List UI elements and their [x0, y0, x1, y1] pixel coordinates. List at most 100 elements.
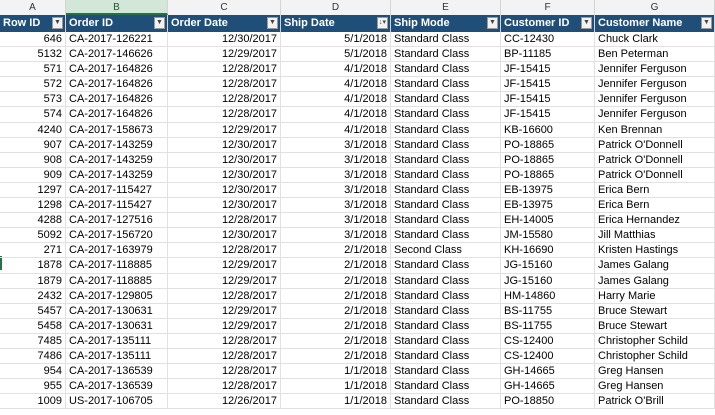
cell-ship-date[interactable]: 2/1/2018 [281, 273, 391, 289]
cell-order-id[interactable]: CA-2017-135111 [66, 333, 168, 349]
cell-ship-mode[interactable]: Standard Class [391, 213, 501, 229]
filter-dropdown-icon[interactable]: ▼ [52, 17, 63, 29]
cell-ship-mode[interactable]: Standard Class [391, 258, 501, 274]
cell-customer-id[interactable]: PO-18850 [501, 394, 595, 410]
cell-ship-date[interactable]: 2/1/2018 [281, 333, 391, 349]
cell-customer-name[interactable]: Greg Hansen [595, 364, 715, 380]
cell-row-id[interactable]: 646 [0, 32, 66, 47]
table-row[interactable]: 4288 CA-2017-127516 12/28/2017 3/1/2018 Stan… [0, 213, 715, 229]
cell-row-id[interactable]: 574 [0, 107, 66, 123]
cell-order-date[interactable]: 12/28/2017 [168, 288, 281, 304]
cell-customer-id[interactable]: HM-14860 [501, 288, 595, 304]
table-row[interactable]: 572 CA-2017-164826 12/28/2017 4/1/2018 Stand… [0, 77, 715, 93]
table-row[interactable]: 4240 CA-2017-158673 12/29/2017 4/1/2018 Stan… [0, 122, 715, 138]
cell-order-id[interactable]: CA-2017-130631 [66, 303, 168, 319]
cell-order-date[interactable]: 12/28/2017 [168, 213, 281, 229]
cell-ship-date[interactable]: 4/1/2018 [281, 122, 391, 138]
cell-customer-id[interactable]: PO-18865 [501, 152, 595, 168]
cell-customer-name[interactable]: Erica Bern [595, 198, 715, 214]
cell-order-date[interactable]: 12/28/2017 [168, 92, 281, 108]
cell-customer-name[interactable]: Bruce Stewart [595, 318, 715, 334]
cell-ship-date[interactable]: 4/1/2018 [281, 107, 391, 123]
cell-order-id[interactable]: CA-2017-136539 [66, 379, 168, 395]
cell-row-id[interactable]: 5458 [0, 318, 66, 334]
table-row[interactable]: 573 CA-2017-164826 12/28/2017 4/1/2018 Stand… [0, 92, 715, 108]
cell-order-date[interactable]: 12/28/2017 [168, 77, 281, 93]
table-row[interactable]: 1009 US-2017-106705 12/26/2017 1/1/2018 Stan… [0, 394, 715, 410]
cell-ship-mode[interactable]: Standard Class [391, 364, 501, 380]
column-header-g[interactable]: G [595, 0, 715, 15]
cell-order-id[interactable]: CA-2017-164826 [66, 107, 168, 123]
cell-customer-name[interactable]: Erica Bern [595, 182, 715, 198]
cell-order-id[interactable]: CA-2017-127516 [66, 213, 168, 229]
cell-row-id[interactable]: 7485 [0, 333, 66, 349]
cell-ship-date[interactable]: 2/1/2018 [281, 288, 391, 304]
filter-dropdown-icon[interactable]: ▼ [581, 17, 592, 29]
cell-row-id[interactable]: 4240 [0, 122, 66, 138]
column-header-d[interactable]: D [281, 0, 391, 15]
cell-customer-id[interactable]: GH-14665 [501, 379, 595, 395]
cell-order-date[interactable]: 12/30/2017 [168, 152, 281, 168]
column-header-f[interactable]: F [501, 0, 595, 15]
cell-order-id[interactable]: CA-2017-146626 [66, 47, 168, 63]
cell-customer-name[interactable]: Patrick O'Brill [595, 394, 715, 410]
cell-customer-id[interactable]: JG-15160 [501, 273, 595, 289]
cell-ship-mode[interactable]: Standard Class [391, 318, 501, 334]
cell-order-id[interactable]: US-2017-106705 [66, 394, 168, 410]
cell-ship-date[interactable]: 2/1/2018 [281, 303, 391, 319]
cell-row-id[interactable]: 573 [0, 92, 66, 108]
column-header-c[interactable]: C [168, 0, 281, 15]
cell-customer-id[interactable]: EH-14005 [501, 213, 595, 229]
column-header-a[interactable]: A [0, 0, 66, 15]
sorted-filter-icon[interactable]: ↓▾ [377, 17, 388, 29]
cell-order-id[interactable]: CA-2017-164826 [66, 77, 168, 93]
cell-order-date[interactable]: 12/28/2017 [168, 364, 281, 380]
cell-order-id[interactable]: CA-2017-135111 [66, 348, 168, 364]
cell-ship-date[interactable]: 2/1/2018 [281, 243, 391, 259]
cell-order-id[interactable]: CA-2017-164826 [66, 62, 168, 78]
cell-order-id[interactable]: CA-2017-115427 [66, 182, 168, 198]
cell-customer-id[interactable]: CC-12430 [501, 32, 595, 47]
filter-dropdown-icon[interactable]: ▼ [267, 17, 278, 29]
cell-customer-name[interactable]: Kristen Hastings [595, 243, 715, 259]
cell-ship-mode[interactable]: Standard Class [391, 182, 501, 198]
table-row[interactable]: 2432 CA-2017-129805 12/28/2017 2/1/2018 Stan… [0, 288, 715, 304]
cell-customer-name[interactable]: Ken Brennan [595, 122, 715, 138]
cell-row-id[interactable]: 571 [0, 62, 66, 78]
cell-ship-date[interactable]: 2/1/2018 [281, 318, 391, 334]
cell-customer-name[interactable]: Chuck Clark [595, 32, 715, 47]
cell-order-id[interactable]: CA-2017-136539 [66, 364, 168, 380]
cell-customer-id[interactable]: JG-15160 [501, 258, 595, 274]
cell-customer-name[interactable]: Patrick O'Donnell [595, 167, 715, 183]
cell-ship-date[interactable]: 3/1/2018 [281, 228, 391, 244]
cell-row-id[interactable]: 1879 [0, 273, 66, 289]
cell-customer-name[interactable]: Harry Marie [595, 288, 715, 304]
cell-customer-id[interactable]: JF-15415 [501, 92, 595, 108]
cell-customer-id[interactable]: JF-15415 [501, 62, 595, 78]
cell-row-id[interactable]: 5457 [0, 303, 66, 319]
table-row[interactable]: 646 CA-2017-126221 12/30/2017 5/1/2018 Stand… [0, 32, 715, 48]
cell-ship-date[interactable]: 1/1/2018 [281, 394, 391, 410]
table-row[interactable]: 271 CA-2017-163979 12/28/2017 2/1/2018 Secon… [0, 243, 715, 259]
cell-customer-id[interactable]: JM-15580 [501, 228, 595, 244]
cell-order-id[interactable]: CA-2017-143259 [66, 167, 168, 183]
cell-order-id[interactable]: CA-2017-158673 [66, 122, 168, 138]
cell-ship-date[interactable]: 3/1/2018 [281, 137, 391, 153]
cell-customer-name[interactable]: Erica Hernandez [595, 213, 715, 229]
cell-ship-date[interactable]: 5/1/2018 [281, 32, 391, 47]
column-header-b[interactable]: B [66, 0, 168, 15]
cell-customer-name[interactable]: Christopher Schild [595, 348, 715, 364]
cell-customer-name[interactable]: Patrick O'Donnell [595, 137, 715, 153]
cell-row-id[interactable]: 7486 [0, 348, 66, 364]
cell-customer-id[interactable]: PO-18865 [501, 167, 595, 183]
cell-customer-name[interactable]: Greg Hansen [595, 379, 715, 395]
cell-customer-id[interactable]: CS-12400 [501, 333, 595, 349]
cell-customer-name[interactable]: Ben Peterman [595, 47, 715, 63]
table-row[interactable]: 5132 CA-2017-146626 12/29/2017 5/1/2018 Stan… [0, 47, 715, 63]
cell-order-date[interactable]: 12/29/2017 [168, 47, 281, 63]
cell-ship-mode[interactable]: Standard Class [391, 137, 501, 153]
cell-order-date[interactable]: 12/30/2017 [168, 137, 281, 153]
cell-ship-mode[interactable]: Standard Class [391, 107, 501, 123]
cell-order-date[interactable]: 12/28/2017 [168, 333, 281, 349]
table-row[interactable]: 7485 CA-2017-135111 12/28/2017 2/1/2018 Stan… [0, 333, 715, 349]
